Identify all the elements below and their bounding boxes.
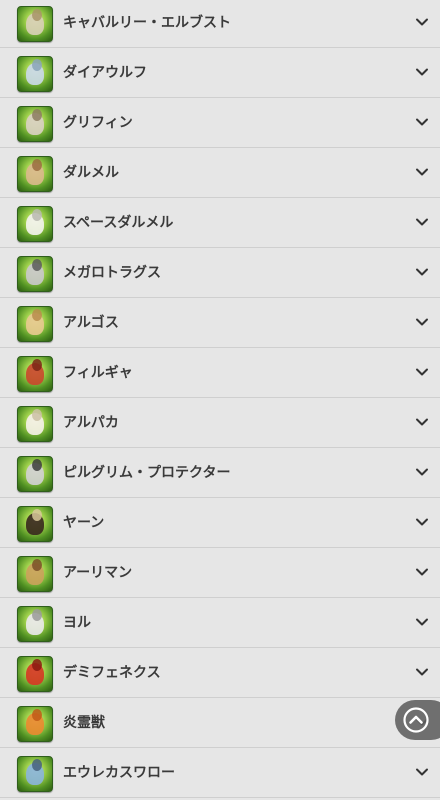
mount-name: キャバルリー・エルブスト	[63, 15, 231, 31]
mount-list: キャバルリー・エルブスト ダイアウルフ グリフィンダルメルスペースダルメル メガロトラ…	[0, 0, 440, 798]
elbst-icon	[17, 6, 53, 42]
megalotragus-icon	[17, 256, 53, 292]
list-item[interactable]: 炎霊獣	[0, 698, 440, 748]
list-item[interactable]: ヤーン	[0, 498, 440, 548]
list-item[interactable]: ヨル	[0, 598, 440, 648]
mount-name: スペースダルメル	[63, 215, 174, 231]
mount-name: アルゴス	[63, 315, 119, 331]
fylgja-icon	[17, 356, 53, 392]
flame-spirit-beast-icon	[17, 706, 53, 742]
ahriman-icon	[17, 556, 53, 592]
dhalmel-icon	[17, 156, 53, 192]
chevron-down-icon[interactable]	[414, 164, 430, 180]
chevron-down-icon[interactable]	[414, 464, 430, 480]
mount-name: エウレカスワロー	[63, 765, 175, 781]
alpaca-icon	[17, 406, 53, 442]
chevron-down-icon[interactable]	[414, 14, 430, 30]
mount-name: ダルメル	[63, 165, 119, 181]
chevron-down-icon[interactable]	[414, 564, 430, 580]
mount-name: 炎霊獣	[63, 715, 105, 731]
list-item[interactable]: アルパカ	[0, 398, 440, 448]
chevron-down-icon[interactable]	[414, 664, 430, 680]
mount-name: グリフィン	[63, 115, 133, 131]
list-item[interactable]: デミフェネクス	[0, 648, 440, 698]
chevron-down-icon[interactable]	[414, 514, 430, 530]
yarn-icon	[17, 506, 53, 542]
space-dhalmel-icon	[17, 206, 53, 242]
chevron-down-icon[interactable]	[414, 764, 430, 780]
chevron-down-icon[interactable]	[414, 414, 430, 430]
griffin-icon	[17, 106, 53, 142]
chevron-down-icon[interactable]	[414, 214, 430, 230]
list-item[interactable]: スペースダルメル	[0, 198, 440, 248]
list-item[interactable]: ダイアウルフ	[0, 48, 440, 98]
list-item[interactable]: キャバルリー・エルブスト	[0, 0, 440, 48]
scroll-to-top-button[interactable]	[395, 700, 440, 740]
mount-name: メガロトラグス	[63, 265, 161, 281]
mount-name: ヨル	[63, 615, 91, 631]
list-item[interactable]: フィルギャ	[0, 348, 440, 398]
list-item[interactable]: グリフィン	[0, 98, 440, 148]
chevron-down-icon[interactable]	[414, 364, 430, 380]
mount-name: ヤーン	[63, 515, 105, 531]
mount-name: ダイアウルフ	[63, 65, 147, 81]
list-item[interactable]: アーリマン	[0, 548, 440, 598]
mount-name: アルパカ	[63, 415, 119, 431]
eureka-swallow-icon	[17, 756, 53, 792]
chevron-down-icon[interactable]	[414, 114, 430, 130]
chevron-down-icon[interactable]	[414, 264, 430, 280]
argos-icon	[17, 306, 53, 342]
chevron-down-icon[interactable]	[414, 64, 430, 80]
pilgrim-protector-icon	[17, 456, 53, 492]
demi-phoenix-icon	[17, 656, 53, 692]
list-item[interactable]: ダルメル	[0, 148, 440, 198]
chevron-down-icon[interactable]	[414, 314, 430, 330]
list-item[interactable]: ピルグリム・プロテクター	[0, 448, 440, 498]
mount-name: フィルギャ	[63, 365, 133, 381]
list-item[interactable]: エウレカスワロー	[0, 748, 440, 798]
mount-name: デミフェネクス	[63, 665, 161, 681]
chevron-down-icon[interactable]	[414, 614, 430, 630]
chevron-up-icon	[403, 707, 429, 733]
mount-name: アーリマン	[63, 565, 133, 581]
list-item[interactable]: メガロトラグス	[0, 248, 440, 298]
yol-icon	[17, 606, 53, 642]
mount-name: ピルグリム・プロテクター	[63, 465, 231, 481]
direwolf-icon	[17, 56, 53, 92]
list-item[interactable]: アルゴス	[0, 298, 440, 348]
